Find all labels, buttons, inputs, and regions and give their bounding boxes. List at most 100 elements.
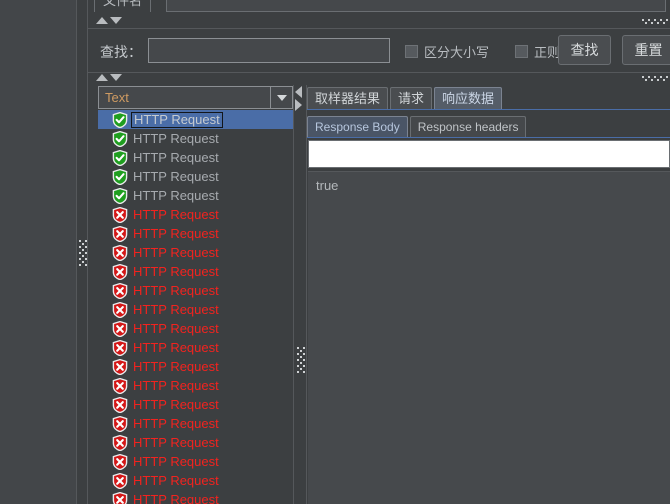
results-region: Text HTTP Request HTTP Request HTTP Reques… bbox=[88, 85, 670, 504]
tree-row-label: HTTP Request bbox=[133, 149, 219, 165]
tree-row[interactable]: HTTP Request bbox=[98, 376, 293, 395]
app-window: 文件名 查找： 区分大小写 正则表达式 查找 重置 bbox=[0, 0, 670, 504]
tree-row[interactable]: HTTP Request bbox=[98, 224, 293, 243]
inner-vertical-splitter[interactable] bbox=[293, 85, 307, 504]
tree-row-label: HTTP Request bbox=[133, 187, 219, 203]
tree-row-label: HTTP Request bbox=[133, 301, 219, 317]
tree-row-label: HTTP Request bbox=[133, 225, 219, 241]
search-type-combo[interactable]: Text bbox=[98, 86, 293, 109]
tree-row[interactable]: HTTP Request bbox=[98, 243, 293, 262]
tree-row[interactable]: HTTP Request bbox=[98, 186, 293, 205]
tree-row-label: HTTP Request bbox=[133, 453, 219, 469]
checkbox-box[interactable] bbox=[515, 45, 528, 58]
tree-row[interactable]: HTTP Request bbox=[98, 300, 293, 319]
filename-tab-label[interactable]: 文件名 bbox=[94, 0, 152, 12]
shield-error-icon bbox=[112, 282, 128, 299]
tree-pane: Text HTTP Request HTTP Request HTTP Reques… bbox=[88, 85, 293, 504]
triangle-left-icon[interactable] bbox=[295, 86, 302, 98]
shield-error-icon bbox=[112, 377, 128, 394]
shield-error-icon bbox=[112, 358, 128, 375]
results-tree-list[interactable]: HTTP Request HTTP Request HTTP Request HTTP… bbox=[98, 110, 293, 504]
tree-row[interactable]: HTTP Request bbox=[98, 433, 293, 452]
detail-tab[interactable]: 请求 bbox=[390, 87, 433, 110]
tree-row-label: HTTP Request bbox=[133, 244, 219, 260]
tree-row[interactable]: HTTP Request bbox=[98, 338, 293, 357]
shield-check-icon bbox=[112, 168, 128, 185]
tree-row[interactable]: HTTP Request bbox=[98, 129, 293, 148]
detail-tab[interactable]: 取样器结果 bbox=[307, 87, 389, 110]
shield-error-icon bbox=[112, 491, 128, 504]
left-gutter bbox=[0, 0, 76, 504]
response-body-text: true bbox=[308, 171, 670, 504]
tree-row[interactable]: HTTP Request bbox=[98, 167, 293, 186]
tree-row[interactable]: HTTP Request bbox=[98, 262, 293, 281]
outer-vertical-splitter[interactable] bbox=[76, 0, 88, 504]
search-input[interactable] bbox=[148, 38, 390, 63]
splitter-grip bbox=[297, 347, 305, 373]
tree-row[interactable]: HTTP Request bbox=[98, 490, 293, 504]
find-button[interactable]: 查找 bbox=[558, 35, 611, 65]
horizontal-splitter-top[interactable] bbox=[88, 16, 670, 28]
triangle-right-icon[interactable] bbox=[295, 99, 302, 111]
tabbar-underline bbox=[307, 109, 670, 110]
tree-row-label: HTTP Request bbox=[133, 206, 219, 222]
shield-error-icon bbox=[112, 434, 128, 451]
reset-button[interactable]: 重置 bbox=[622, 35, 670, 65]
tree-row-label: HTTP Request bbox=[133, 491, 219, 504]
tree-row[interactable]: HTTP Request bbox=[98, 414, 293, 433]
case-sensitive-checkbox[interactable]: 区分大小写 bbox=[405, 42, 489, 61]
tree-row-label: HTTP Request bbox=[133, 320, 219, 336]
shield-error-icon bbox=[112, 301, 128, 318]
splitter-grip bbox=[79, 240, 87, 266]
checkbox-box[interactable] bbox=[405, 45, 418, 58]
tree-row[interactable]: HTTP Request bbox=[98, 281, 293, 300]
horizontal-splitter-bottom[interactable] bbox=[88, 73, 670, 85]
triangle-up-icon[interactable] bbox=[96, 74, 108, 81]
tree-row[interactable]: HTTP Request bbox=[98, 471, 293, 490]
tree-row-label: HTTP Request bbox=[133, 377, 219, 393]
shield-check-icon bbox=[112, 130, 128, 147]
search-label: 查找： bbox=[100, 44, 142, 60]
tree-row[interactable]: HTTP Request bbox=[98, 395, 293, 414]
chevron-down-icon[interactable] bbox=[270, 87, 292, 108]
tree-row[interactable]: HTTP Request bbox=[98, 110, 293, 129]
tree-row-label: HTTP Request bbox=[133, 358, 219, 374]
splitter-arrows bbox=[96, 17, 122, 24]
detail-subtab[interactable]: Response Body bbox=[307, 116, 408, 137]
shield-error-icon bbox=[112, 396, 128, 413]
shield-check-icon bbox=[112, 149, 128, 166]
shield-error-icon bbox=[112, 263, 128, 280]
resize-grip-icon bbox=[642, 76, 668, 82]
tree-row[interactable]: HTTP Request bbox=[98, 452, 293, 471]
shield-check-icon bbox=[112, 111, 128, 128]
triangle-up-icon[interactable] bbox=[96, 17, 108, 24]
tree-row[interactable]: HTTP Request bbox=[98, 357, 293, 376]
shield-error-icon bbox=[112, 453, 128, 470]
shield-error-icon bbox=[112, 415, 128, 432]
detail-subtabbar: Response Body Response headers bbox=[307, 115, 527, 137]
detail-subtab[interactable]: Response headers bbox=[409, 116, 527, 137]
splitter-arrows bbox=[96, 74, 122, 81]
case-sensitive-label: 区分大小写 bbox=[424, 45, 490, 60]
tree-row-label: HTTP Request bbox=[133, 415, 219, 431]
subtabbar-underline bbox=[307, 137, 670, 138]
shield-error-icon bbox=[112, 206, 128, 223]
detail-tab[interactable]: 响应数据 bbox=[434, 87, 503, 110]
triangle-down-icon[interactable] bbox=[110, 17, 122, 24]
triangle-down-icon[interactable] bbox=[110, 74, 122, 81]
tree-row[interactable]: HTTP Request bbox=[98, 205, 293, 224]
response-search-input[interactable] bbox=[308, 140, 670, 168]
shield-check-icon bbox=[112, 187, 128, 204]
tree-row[interactable]: HTTP Request bbox=[98, 319, 293, 338]
detail-tabbar: 取样器结果 请求 响应数据 bbox=[307, 85, 503, 110]
tree-row[interactable]: HTTP Request bbox=[98, 148, 293, 167]
detail-pane: 取样器结果 请求 响应数据 Response Body Response header… bbox=[307, 85, 670, 504]
combo-selected-value: Text bbox=[105, 90, 129, 105]
tree-row-label: HTTP Request bbox=[133, 434, 219, 450]
shield-error-icon bbox=[112, 225, 128, 242]
shield-error-icon bbox=[112, 244, 128, 261]
tree-row-label: HTTP Request bbox=[133, 282, 219, 298]
tree-row-label: HTTP Request bbox=[133, 263, 219, 279]
shield-error-icon bbox=[112, 339, 128, 356]
filename-input[interactable] bbox=[166, 0, 666, 12]
